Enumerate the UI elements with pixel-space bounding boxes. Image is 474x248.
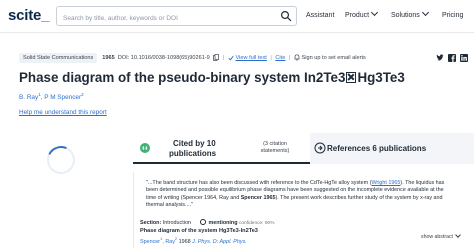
- author-affiliation: 1: [160, 236, 163, 241]
- citation-quote: "...The band structure has also been dis…: [146, 180, 446, 209]
- author-link[interactable]: B. Ray1: [19, 92, 41, 102]
- author-name: P M Spencer: [44, 94, 82, 102]
- citing-publication-authors: Spencer1, Ray2 1968 J. Phys. D: Appl. Ph…: [140, 236, 247, 245]
- nav-solutions[interactable]: Solutions: [391, 8, 429, 19]
- section-value: Introduction: [162, 220, 191, 226]
- chevron-down-icon: [421, 8, 429, 17]
- logo-text: scite: [8, 7, 42, 24]
- author-affiliation: 1: [38, 92, 41, 97]
- references-icon: [314, 142, 326, 154]
- separator: |: [222, 55, 225, 61]
- logo-underscore: _: [41, 7, 50, 24]
- author-name: B. Ray: [19, 94, 39, 102]
- chevron-down-icon: [455, 232, 461, 238]
- quote-highlight: Spencer 1965: [240, 194, 276, 201]
- nav-product-label: Product: [345, 12, 370, 19]
- search-box: [56, 6, 297, 28]
- missing-glyph-icon: [346, 72, 357, 83]
- quote-bubble-icon: [140, 143, 150, 153]
- linkedin-icon[interactable]: [460, 54, 468, 62]
- citation-tabs: Cited by 10 publications (3 citation sta…: [133, 133, 474, 164]
- facebook-icon[interactable]: [448, 54, 456, 62]
- author-name: Ray: [165, 238, 175, 245]
- help-understand-link[interactable]: Help me understand this report: [19, 109, 107, 116]
- view-full-text-link[interactable]: View full text: [236, 55, 267, 61]
- separator: |: [270, 55, 272, 61]
- check-icon: [228, 55, 234, 60]
- citation-statements-count: (3 citation: [263, 141, 287, 147]
- citation-statement-card: "...The band structure has also been dis…: [133, 172, 474, 248]
- search-icon[interactable]: [280, 10, 292, 22]
- nav-assistant[interactable]: Assistant: [306, 12, 334, 19]
- section-label: Section:: [140, 220, 162, 226]
- citing-year: 1968: [178, 238, 191, 245]
- show-abstract-label: show abstract: [420, 234, 453, 240]
- confidence-score: confidence: 90%: [238, 221, 275, 226]
- author-link[interactable]: Spencer1: [140, 236, 163, 245]
- publication-year: 1965: [102, 55, 115, 61]
- cited-by-publications: publications: [169, 149, 217, 158]
- article-title: Phase diagram of the pseudo-binary syste…: [19, 70, 405, 85]
- article-title-part-2: Hg3Te3: [357, 70, 405, 85]
- nav-assistant-label: Assistant: [306, 12, 335, 19]
- doi-text[interactable]: DOI: 10.1016/0038-1098(65)90261-9: [118, 55, 210, 61]
- quote-reference-link[interactable]: Wright 1965: [371, 180, 400, 186]
- twitter-icon[interactable]: [436, 54, 444, 62]
- tab-cited-by[interactable]: Cited by 10 publications (3 citation sta…: [133, 133, 310, 164]
- author-affiliation: 2: [81, 92, 84, 97]
- nav-pricing-label: Pricing: [442, 12, 464, 19]
- social-share: [436, 53, 470, 65]
- mentioning-icon: [200, 219, 207, 225]
- citing-journal[interactable]: J. Phys. D: Appl. Phys.: [192, 239, 247, 245]
- top-navigation-bar: scite_ Assistant Product Solutions Prici…: [0, 0, 474, 33]
- references-label: References 6 publications: [327, 144, 427, 153]
- search-input[interactable]: [63, 9, 279, 28]
- author-list: B. Ray1, P M Spencer2: [19, 92, 84, 102]
- mentioning-label: mentioning: [208, 220, 238, 226]
- cited-by-count: Cited by 10: [173, 139, 216, 148]
- citation-statements-label: statements): [260, 148, 290, 154]
- loading-spinner: [43, 142, 79, 178]
- nav-solutions-label: Solutions: [391, 12, 420, 19]
- nav-product[interactable]: Product: [345, 8, 379, 19]
- bell-icon[interactable]: [294, 54, 300, 61]
- citation-section-row: Section: Introduction mentioning confide…: [140, 219, 274, 226]
- author-affiliation: 2: [174, 236, 178, 241]
- separator: |: [288, 55, 291, 61]
- tab-references[interactable]: References 6 publications: [310, 133, 474, 164]
- article-meta-row: Solid State Communications 1965 DOI: 10.10…: [19, 53, 366, 65]
- chevron-down-icon: [371, 8, 379, 17]
- author-link[interactable]: P M Spencer2: [44, 92, 84, 102]
- nav-pricing[interactable]: Pricing: [442, 12, 463, 19]
- cite-link[interactable]: Cite: [275, 55, 285, 61]
- journal-badge[interactable]: Solid State Communications: [19, 53, 98, 63]
- show-abstract-button[interactable]: show abstract: [420, 232, 461, 240]
- citing-publication-title[interactable]: Phase diagram of the system Hg3Te3-In2Te…: [140, 228, 258, 234]
- scite-logo[interactable]: scite_: [8, 7, 50, 24]
- email-alerts-link[interactable]: Sign up to set email alerts: [301, 55, 365, 61]
- quote-text: "...The band structure has also been dis…: [146, 180, 372, 186]
- author-link[interactable]: Ray2: [165, 236, 178, 245]
- author-name: Spencer: [140, 238, 161, 245]
- copy-icon[interactable]: [213, 54, 220, 61]
- article-title-part-1: Phase diagram of the pseudo-binary syste…: [19, 70, 346, 85]
